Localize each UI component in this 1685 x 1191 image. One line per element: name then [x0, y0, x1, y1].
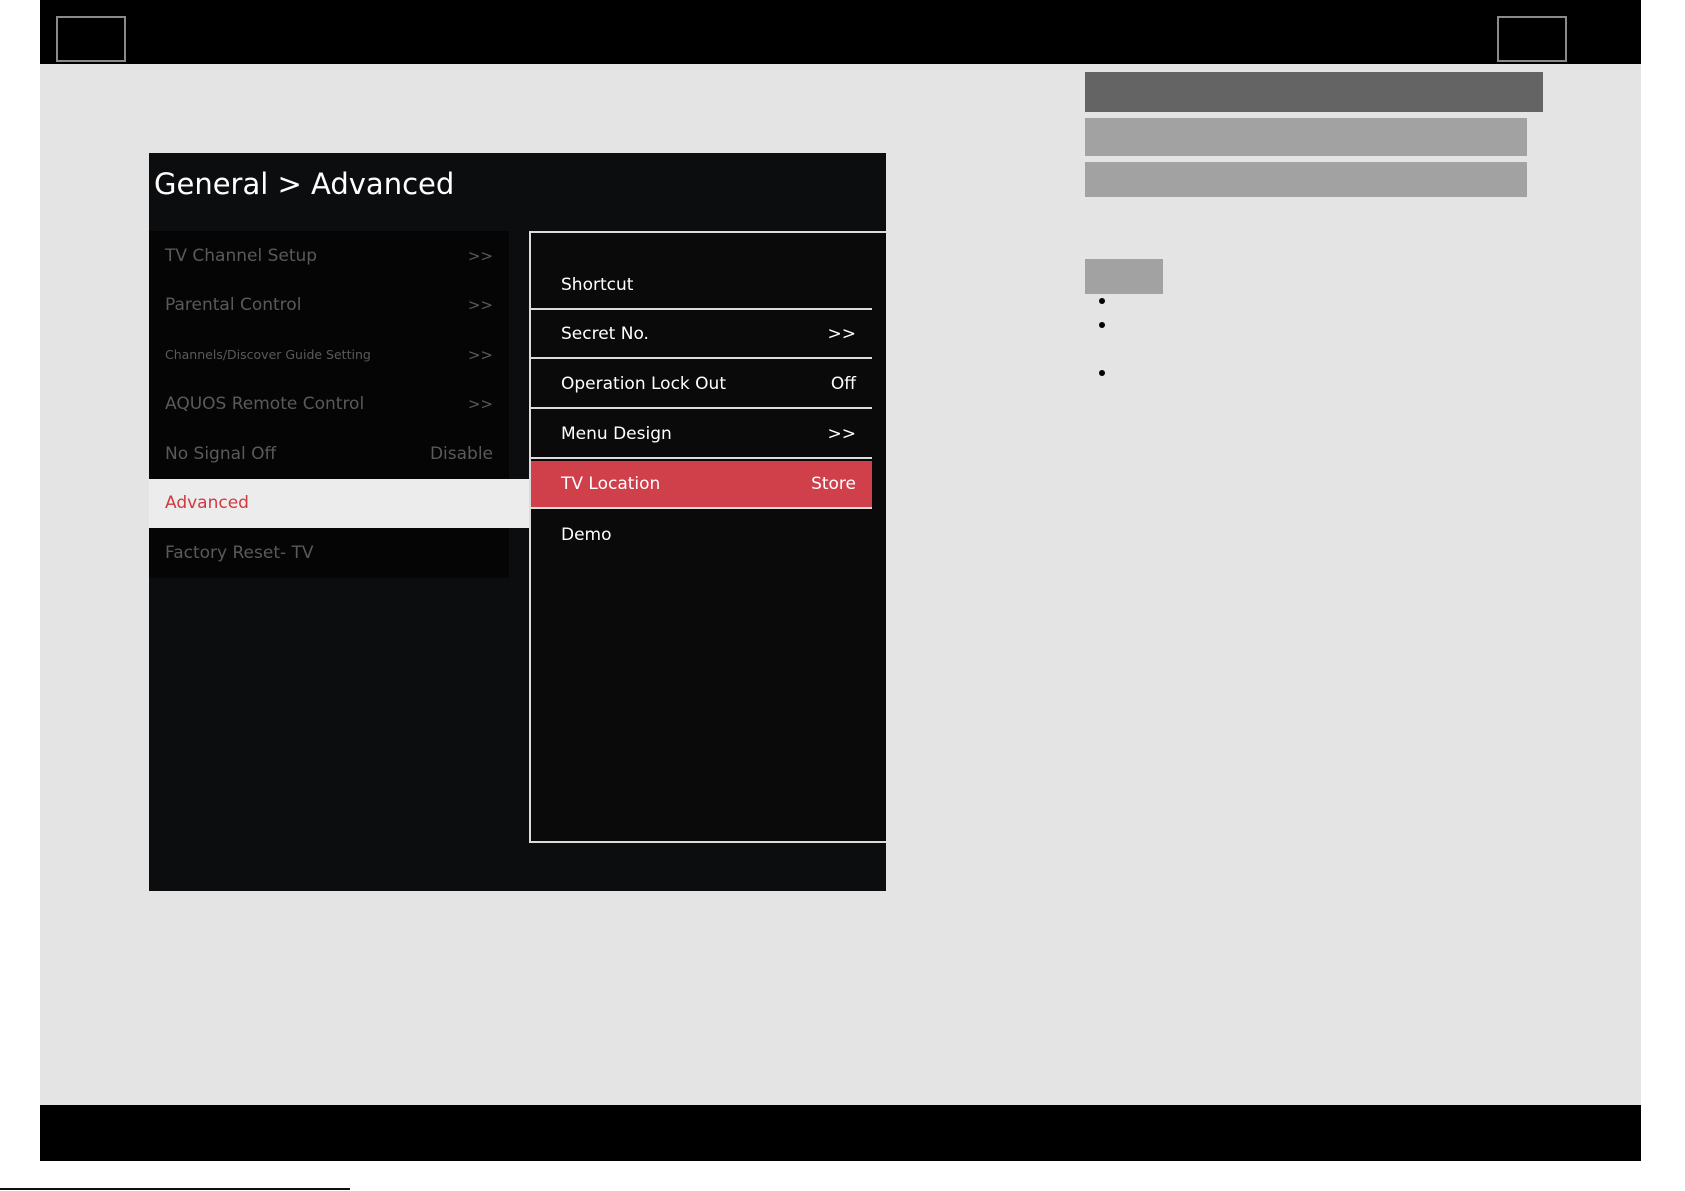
chevron-right-icon: >>: [827, 324, 857, 344]
chevron-right-icon: >>: [467, 296, 493, 315]
chevron-right-icon: >>: [467, 345, 493, 364]
note-tag: [1085, 259, 1163, 294]
left-menu: TV Channel Setup >> Parental Control >> …: [149, 231, 530, 578]
menu-item-no-signal-off[interactable]: No Signal Off Disable: [149, 429, 509, 479]
menu-item-label: No Signal Off: [165, 443, 277, 464]
submenu-item-label: Menu Design: [561, 424, 672, 444]
next-page-button[interactable]: [1497, 16, 1567, 62]
bullet-icon: [1099, 322, 1105, 328]
menu-title: General > Advanced: [154, 167, 455, 201]
bullet-icon: [1099, 370, 1105, 376]
bullet-icon: [1099, 298, 1105, 304]
chevron-right-icon: >>: [467, 395, 493, 414]
heading-bar: [1085, 72, 1543, 112]
menu-item-label: Factory Reset- TV: [165, 542, 314, 563]
submenu-item-menu-design[interactable]: Menu Design >>: [531, 411, 872, 459]
menu-item-label: TV Channel Setup: [165, 245, 318, 266]
submenu-item-label: TV Location: [561, 474, 661, 494]
submenu-item-label: Demo: [561, 525, 612, 545]
menu-item-aquos-remote-control[interactable]: AQUOS Remote Control >>: [149, 379, 509, 429]
menu-item-parental-control[interactable]: Parental Control >>: [149, 280, 509, 330]
submenu-item-tv-location[interactable]: TV Location Store: [531, 461, 872, 509]
tv-menu-screen: General > Advanced TV Channel Setup >> P…: [149, 153, 886, 891]
right-submenu: Shortcut Secret No. >> Operation Lock Ou…: [529, 231, 886, 843]
previous-page-button[interactable]: [56, 16, 126, 62]
manual-page: General > Advanced TV Channel Setup >> P…: [40, 0, 1641, 1161]
submenu-item-value: Off: [830, 374, 856, 394]
menu-item-channels-guide-setting[interactable]: Channels/Discover Guide Setting >>: [149, 330, 509, 380]
menu-item-label: Advanced: [165, 493, 249, 514]
submenu-item-demo[interactable]: Demo: [531, 511, 872, 559]
submenu-item-label: Secret No.: [561, 324, 649, 344]
submenu-item-label: Shortcut: [561, 274, 634, 295]
subheading-bar: [1085, 162, 1527, 197]
chevron-right-icon: >>: [467, 246, 493, 265]
submenu-item-value: Store: [811, 474, 856, 494]
submenu-item-secret-no[interactable]: Secret No. >>: [531, 311, 872, 359]
menu-item-label: Channels/Discover Guide Setting: [165, 347, 371, 363]
footer-rule: [0, 1188, 350, 1190]
top-bar: [40, 0, 1641, 64]
menu-item-tv-channel-setup[interactable]: TV Channel Setup >>: [149, 231, 509, 281]
menu-item-label: AQUOS Remote Control: [165, 394, 365, 415]
bottom-bar: [40, 1105, 1641, 1161]
menu-item-advanced[interactable]: Advanced: [149, 478, 530, 528]
submenu-item-shortcut[interactable]: Shortcut: [531, 261, 872, 310]
menu-item-factory-reset-tv[interactable]: Factory Reset- TV: [149, 528, 509, 578]
submenu-item-operation-lock-out[interactable]: Operation Lock Out Off: [531, 361, 872, 409]
subheading-bar: [1085, 118, 1527, 156]
chevron-right-icon: >>: [827, 424, 857, 444]
submenu-item-label: Operation Lock Out: [561, 374, 726, 394]
menu-item-value: Disable: [429, 443, 493, 464]
menu-item-label: Parental Control: [165, 295, 302, 316]
